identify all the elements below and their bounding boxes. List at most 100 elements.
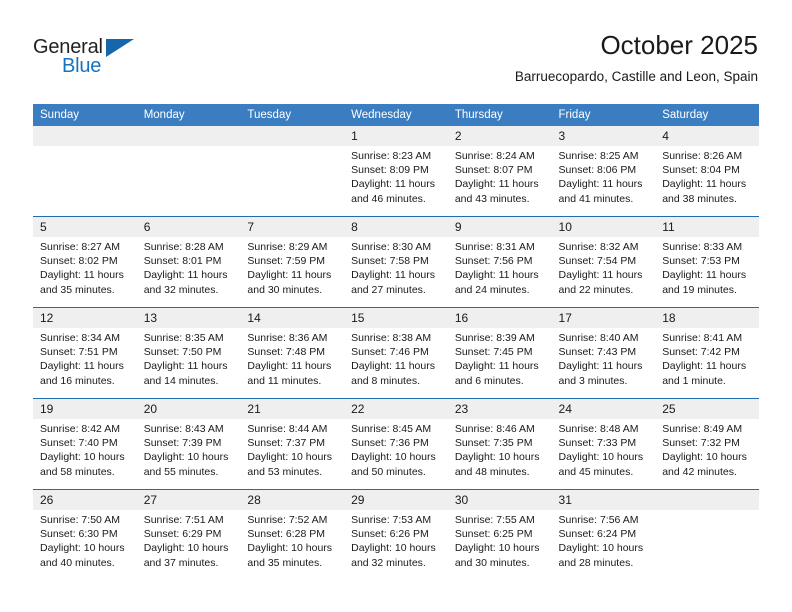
- weekday-header-saturday: Saturday: [655, 104, 759, 126]
- calendar-day-cell[interactable]: 10 Sunrise: 8:32 AM Sunset: 7:54 PM Dayligh…: [551, 216, 656, 308]
- day-details: Sunrise: 8:34 AM Sunset: 7:51 PM Daylight:…: [33, 328, 137, 388]
- general-blue-logo[interactable]: General Blue: [33, 36, 143, 82]
- calendar-body: 1 Sunrise: 8:23 AM Sunset: 8:09 PM Daylight…: [33, 126, 759, 580]
- calendar-day-cell[interactable]: 26 Sunrise: 7:50 AM Sunset: 6:30 PM Dayligh…: [33, 489, 137, 580]
- daylight-text-line1: Daylight: 11 hours: [351, 178, 435, 191]
- sunrise-text: Sunrise: 8:44 AM: [247, 423, 328, 435]
- day-details: Sunrise: 8:38 AM Sunset: 7:46 PM Daylight:…: [344, 328, 448, 388]
- daylight-text-line2: and 41 minutes.: [558, 192, 634, 205]
- sunrise-text: Sunrise: 8:33 AM: [662, 241, 743, 253]
- day-number: 19: [33, 399, 137, 419]
- daylight-text-line1: Daylight: 11 hours: [143, 360, 228, 373]
- calendar-day-cell[interactable]: 8 Sunrise: 8:30 AM Sunset: 7:58 PM Daylight…: [344, 216, 448, 308]
- calendar-day-cell[interactable]: 1 Sunrise: 8:23 AM Sunset: 8:09 PM Daylight…: [344, 126, 448, 217]
- calendar-page: General Blue October 2025 Barruecopardo,…: [0, 0, 792, 612]
- day-number: [655, 490, 759, 510]
- calendar-day-cell[interactable]: 31 Sunrise: 7:56 AM Sunset: 6:24 PM Dayligh…: [551, 489, 656, 580]
- daylight-text-line2: and 11 minutes.: [247, 374, 322, 387]
- sunrise-text: Sunrise: 8:28 AM: [143, 241, 224, 253]
- daylight-text-line1: Daylight: 11 hours: [454, 178, 539, 191]
- weekday-header-tuesday: Tuesday: [240, 104, 345, 126]
- day-number: 14: [240, 308, 345, 328]
- sunrise-text: Sunrise: 7:51 AM: [143, 514, 224, 526]
- sunset-text: Sunset: 7:50 PM: [143, 346, 222, 359]
- day-number: [136, 126, 241, 146]
- calendar-day-cell[interactable]: 21 Sunrise: 8:44 AM Sunset: 7:37 PM Dayligh…: [240, 398, 345, 490]
- sunrise-text: Sunrise: 8:30 AM: [351, 241, 432, 253]
- daylight-text-line2: and 8 minutes.: [351, 374, 420, 387]
- sunrise-text: Sunrise: 8:40 AM: [558, 332, 639, 344]
- calendar-day-cell[interactable]: 16 Sunrise: 8:39 AM Sunset: 7:45 PM Dayligh…: [447, 307, 552, 399]
- daylight-text-line1: Daylight: 10 hours: [558, 451, 644, 464]
- day-number: 21: [240, 399, 345, 419]
- sunrise-text: Sunrise: 8:45 AM: [351, 423, 432, 435]
- calendar-day-cell[interactable]: 18 Sunrise: 8:41 AM Sunset: 7:42 PM Dayligh…: [655, 307, 759, 399]
- sunrise-text: Sunrise: 7:56 AM: [558, 514, 639, 526]
- daylight-text-line1: Daylight: 11 hours: [247, 360, 332, 373]
- sunset-text: Sunset: 7:48 PM: [247, 346, 326, 359]
- daylight-text-line1: Daylight: 11 hours: [662, 178, 747, 191]
- daylight-text-line1: Daylight: 10 hours: [247, 451, 333, 464]
- sunrise-text: Sunrise: 7:55 AM: [454, 514, 535, 526]
- daylight-text-line2: and 32 minutes.: [351, 556, 426, 569]
- sunset-text: Sunset: 7:56 PM: [454, 255, 533, 268]
- calendar-day-cell[interactable]: 29 Sunrise: 7:53 AM Sunset: 6:26 PM Dayligh…: [344, 489, 448, 580]
- daylight-text-line2: and 19 minutes.: [662, 283, 737, 296]
- sunrise-text: Sunrise: 8:43 AM: [143, 423, 224, 435]
- calendar-day-cell[interactable]: 28 Sunrise: 7:52 AM Sunset: 6:28 PM Dayligh…: [240, 489, 345, 580]
- calendar-day-cell[interactable]: 19 Sunrise: 8:42 AM Sunset: 7:40 PM Dayligh…: [33, 398, 137, 490]
- calendar-day-cell[interactable]: 25 Sunrise: 8:49 AM Sunset: 7:32 PM Dayligh…: [655, 398, 759, 490]
- day-number: 16: [447, 308, 552, 328]
- sunrise-text: Sunrise: 8:25 AM: [558, 150, 639, 162]
- daylight-text-line1: Daylight: 10 hours: [143, 542, 229, 555]
- calendar-day-cell[interactable]: 23 Sunrise: 8:46 AM Sunset: 7:35 PM Dayligh…: [447, 398, 552, 490]
- daylight-text-line1: Daylight: 10 hours: [40, 542, 125, 555]
- calendar-day-cell[interactable]: 7 Sunrise: 8:29 AM Sunset: 7:59 PM Daylight…: [240, 216, 345, 308]
- weekday-header-row: Sunday Monday Tuesday Wednesday Thursday…: [33, 104, 759, 126]
- calendar-day-cell[interactable]: 24 Sunrise: 8:48 AM Sunset: 7:33 PM Dayligh…: [551, 398, 656, 490]
- calendar-day-cell[interactable]: 20 Sunrise: 8:43 AM Sunset: 7:39 PM Dayligh…: [136, 398, 241, 490]
- calendar-day-cell[interactable]: 22 Sunrise: 8:45 AM Sunset: 7:36 PM Dayligh…: [344, 398, 448, 490]
- calendar-day-cell[interactable]: 6 Sunrise: 8:28 AM Sunset: 8:01 PM Daylight…: [136, 216, 241, 308]
- calendar-day-cell[interactable]: 12 Sunrise: 8:34 AM Sunset: 7:51 PM Dayligh…: [33, 307, 137, 399]
- day-details: Sunrise: 8:35 AM Sunset: 7:50 PM Daylight:…: [137, 328, 241, 388]
- calendar-day-cell[interactable]: 3 Sunrise: 8:25 AM Sunset: 8:06 PM Daylight…: [551, 126, 656, 217]
- sunrise-text: Sunrise: 7:53 AM: [351, 514, 432, 526]
- calendar-day-cell[interactable]: 11 Sunrise: 8:33 AM Sunset: 7:53 PM Dayligh…: [655, 216, 759, 308]
- calendar-day-cell[interactable]: 13 Sunrise: 8:35 AM Sunset: 7:50 PM Dayligh…: [136, 307, 241, 399]
- calendar-week-row: 26 Sunrise: 7:50 AM Sunset: 6:30 PM Dayligh…: [33, 489, 759, 580]
- daylight-text-line2: and 1 minute.: [662, 374, 726, 387]
- weekday-header-friday: Friday: [551, 104, 656, 126]
- calendar-day-cell[interactable]: 17 Sunrise: 8:40 AM Sunset: 7:43 PM Dayligh…: [551, 307, 656, 399]
- sunrise-text: Sunrise: 8:34 AM: [40, 332, 120, 344]
- day-details: Sunrise: 7:56 AM Sunset: 6:24 PM Daylight:…: [552, 510, 656, 570]
- day-details: Sunrise: 8:24 AM Sunset: 8:07 PM Daylight:…: [448, 146, 552, 206]
- daylight-text-line2: and 53 minutes.: [247, 465, 323, 478]
- page-header: General Blue October 2025 Barruecopardo,…: [0, 0, 792, 100]
- day-details: Sunrise: 7:53 AM Sunset: 6:26 PM Daylight:…: [344, 510, 448, 570]
- sunset-text: Sunset: 6:29 PM: [143, 528, 222, 541]
- daylight-text-line2: and 27 minutes.: [351, 283, 426, 296]
- calendar-day-cell[interactable]: 15 Sunrise: 8:38 AM Sunset: 7:46 PM Dayligh…: [344, 307, 448, 399]
- sunset-text: Sunset: 7:45 PM: [454, 346, 533, 359]
- calendar-day-cell[interactable]: 30 Sunrise: 7:55 AM Sunset: 6:25 PM Dayligh…: [447, 489, 552, 580]
- calendar-day-cell[interactable]: 14 Sunrise: 8:36 AM Sunset: 7:48 PM Dayligh…: [240, 307, 345, 399]
- daylight-text-line2: and 45 minutes.: [558, 465, 634, 478]
- calendar-day-cell[interactable]: 5 Sunrise: 8:27 AM Sunset: 8:02 PM Daylight…: [33, 216, 137, 308]
- sunrise-text: Sunrise: 8:26 AM: [662, 150, 743, 162]
- day-number: 18: [655, 308, 759, 328]
- daylight-text-line2: and 38 minutes.: [662, 192, 737, 205]
- daylight-text-line2: and 35 minutes.: [247, 556, 323, 569]
- calendar-day-cell[interactable]: 27 Sunrise: 7:51 AM Sunset: 6:29 PM Dayligh…: [136, 489, 241, 580]
- sunset-text: Sunset: 7:32 PM: [662, 437, 740, 450]
- sunset-text: Sunset: 7:46 PM: [351, 346, 429, 359]
- daylight-text-line2: and 30 minutes.: [454, 556, 530, 569]
- calendar-day-cell[interactable]: 4 Sunrise: 8:26 AM Sunset: 8:04 PM Daylight…: [655, 126, 759, 217]
- sunset-text: Sunset: 8:04 PM: [662, 164, 740, 177]
- calendar-day-cell[interactable]: 9 Sunrise: 8:31 AM Sunset: 7:56 PM Daylight…: [447, 216, 552, 308]
- sunrise-text: Sunrise: 8:29 AM: [247, 241, 328, 253]
- calendar-day-cell[interactable]: 2 Sunrise: 8:24 AM Sunset: 8:07 PM Daylight…: [447, 126, 552, 217]
- sunset-text: Sunset: 7:58 PM: [351, 255, 429, 268]
- sunrise-text: Sunrise: 7:52 AM: [247, 514, 328, 526]
- sunset-text: Sunset: 6:26 PM: [351, 528, 429, 541]
